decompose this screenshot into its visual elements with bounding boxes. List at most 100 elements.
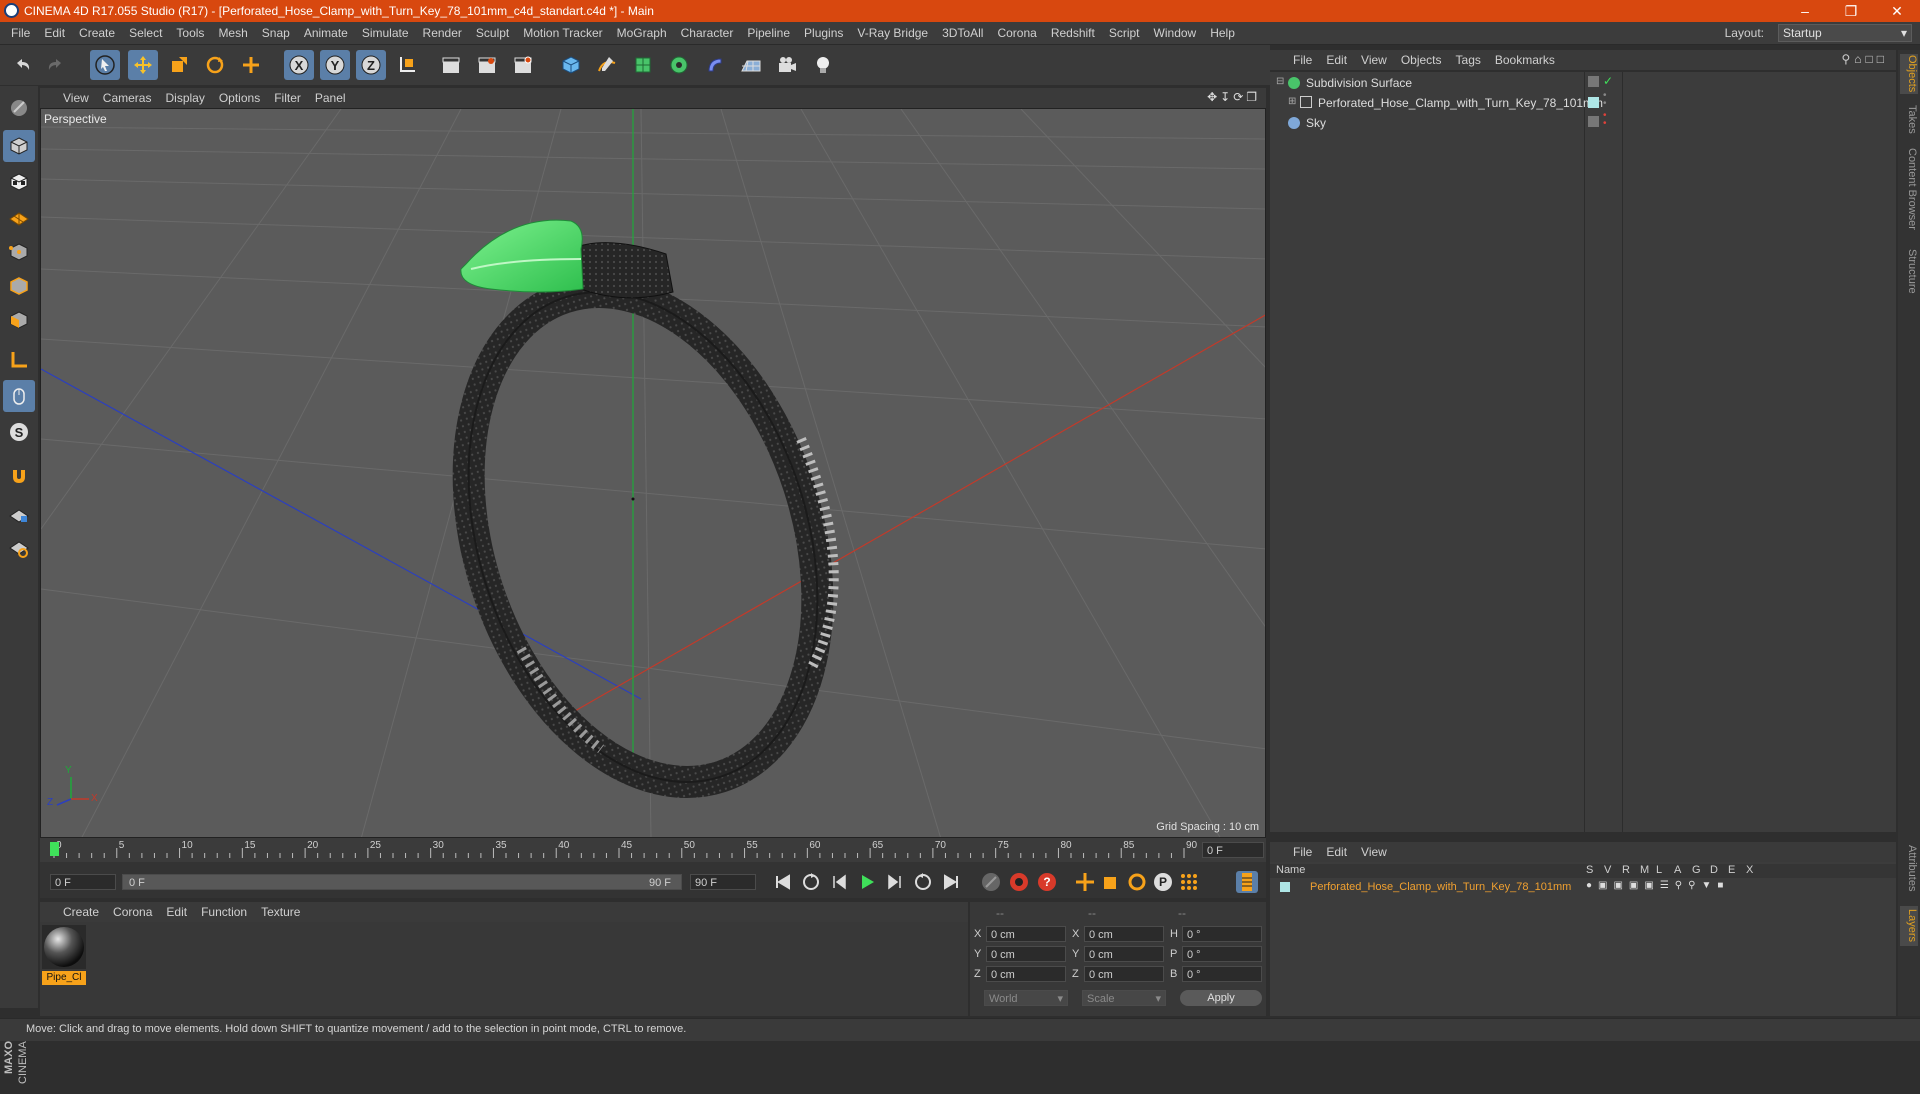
key-position-button[interactable] — [1074, 871, 1096, 893]
snap-button[interactable]: S — [3, 416, 35, 448]
tab-objects[interactable]: Objects — [1900, 54, 1918, 94]
polygons-mode-button[interactable] — [3, 304, 35, 336]
apply-button[interactable]: Apply — [1180, 990, 1262, 1006]
layers-menu-view[interactable]: View — [1354, 842, 1394, 862]
tab-content-browser[interactable]: Content Browser — [1900, 146, 1918, 232]
viewport-menu-view[interactable]: View — [56, 88, 96, 108]
start-frame-field[interactable]: 0 F — [50, 874, 116, 890]
layer-flag-icons[interactable]: ●▣▣▣▣☰⚲⚲▼■ — [1586, 880, 1729, 891]
material-menu-function[interactable]: Function — [194, 902, 254, 922]
rotation-p-field[interactable]: 0 ° — [1182, 946, 1262, 962]
light-button[interactable] — [808, 50, 838, 80]
model-mode-button[interactable] — [3, 130, 35, 162]
move-tool-button[interactable] — [128, 50, 158, 80]
visibility-dots-icon[interactable]: • • — [1603, 91, 1607, 109]
render-to-picture-viewer-button[interactable] — [472, 50, 502, 80]
menu-window[interactable]: Window — [1147, 22, 1204, 44]
rotation-b-field[interactable]: 0 ° — [1182, 966, 1262, 982]
viewport-nav-icons[interactable]: ✥↧⟳❐ — [1207, 90, 1260, 104]
edges-mode-button[interactable] — [3, 270, 35, 302]
y-axis-lock-button[interactable]: Y — [320, 50, 350, 80]
object-row-hose-clamp[interactable]: ⊞ Perforated_Hose_Clamp_with_Turn_Key_78… — [1270, 91, 1896, 112]
menu-pipeline[interactable]: Pipeline — [740, 22, 797, 44]
layer-row[interactable]: Perforated_Hose_Clamp_with_Turn_Key_78_1… — [1270, 880, 1896, 896]
key-parameter-button[interactable]: P — [1152, 871, 1174, 893]
size-z-field[interactable]: 0 cm — [1084, 966, 1164, 982]
collapse-toggle-icon[interactable]: ⊞ — [1288, 96, 1296, 107]
key-rotation-button[interactable] — [1126, 871, 1148, 893]
lock-workplane-button[interactable] — [3, 498, 35, 530]
size-y-field[interactable]: 0 cm — [1084, 946, 1164, 962]
menu-select[interactable]: Select — [122, 22, 169, 44]
object-row-sky[interactable]: Sky • • — [1270, 111, 1896, 132]
key-scale-button[interactable] — [1100, 871, 1122, 893]
coordinate-system-button[interactable] — [392, 50, 422, 80]
menu-snap[interactable]: Snap — [255, 22, 297, 44]
objects-menu-file[interactable]: File — [1286, 50, 1319, 70]
position-y-field[interactable]: 0 cm — [986, 946, 1066, 962]
tab-takes[interactable]: Takes — [1900, 102, 1918, 136]
redo-button[interactable] — [40, 50, 70, 80]
frame-range-slider[interactable]: 0 F 90 F — [122, 874, 682, 890]
menu-3dtoall[interactable]: 3DToAll — [935, 22, 990, 44]
restore-button[interactable]: ❐ — [1828, 0, 1874, 22]
layers-menu-edit[interactable]: Edit — [1319, 842, 1354, 862]
next-key-button[interactable] — [912, 871, 934, 893]
material-menu-texture[interactable]: Texture — [254, 902, 307, 922]
hose-clamp-model[interactable] — [409, 219, 877, 827]
z-axis-lock-button[interactable]: Z — [356, 50, 386, 80]
objects-menu-objects[interactable]: Objects — [1394, 50, 1449, 70]
layer-color-swatch[interactable] — [1280, 882, 1290, 892]
tweak-mode-button[interactable] — [3, 380, 35, 412]
size-mode-dropdown[interactable]: Scale ▾ — [1082, 990, 1166, 1006]
timeline-layout-button[interactable] — [1236, 871, 1258, 893]
x-axis-lock-button[interactable]: X — [284, 50, 314, 80]
pen-spline-button[interactable] — [592, 50, 622, 80]
tab-structure[interactable]: Structure — [1900, 244, 1918, 298]
viewport-menu-panel[interactable]: Panel — [308, 88, 353, 108]
menu-edit[interactable]: Edit — [37, 22, 72, 44]
record-keyframes-button[interactable] — [980, 871, 1002, 893]
menu-help[interactable]: Help — [1203, 22, 1242, 44]
layer-tag-icon[interactable] — [1588, 116, 1599, 127]
texture-mode-button[interactable] — [3, 166, 35, 198]
scale-tool-button[interactable] — [164, 50, 194, 80]
key-pla-button[interactable] — [1178, 871, 1200, 893]
prev-frame-button[interactable] — [828, 871, 850, 893]
collapse-toggle-icon[interactable]: ⊟ — [1276, 76, 1284, 87]
points-mode-button[interactable] — [3, 236, 35, 268]
objects-menu-bookmarks[interactable]: Bookmarks — [1488, 50, 1562, 70]
autokeying-button[interactable] — [1008, 871, 1030, 893]
position-z-field[interactable]: 0 cm — [986, 966, 1066, 982]
objects-menu-view[interactable]: View — [1354, 50, 1394, 70]
camera-button[interactable] — [772, 50, 802, 80]
menu-corona[interactable]: Corona — [990, 22, 1043, 44]
axis-mode-button[interactable] — [3, 344, 35, 376]
menu-render[interactable]: Render — [416, 22, 469, 44]
tab-layers[interactable]: Layers — [1900, 906, 1918, 946]
workplane-mode-button[interactable] — [3, 200, 35, 232]
perspective-viewport[interactable]: Y X Z Grid Spacing : 10 cm — [40, 108, 1266, 838]
menu-motion-tracker[interactable]: Motion Tracker — [516, 22, 609, 44]
object-row-subdivision-surface[interactable]: ⊟ Subdivision Surface ✓ — [1270, 74, 1896, 92]
render-view-button[interactable] — [436, 50, 466, 80]
menu-character[interactable]: Character — [674, 22, 741, 44]
goto-end-button[interactable] — [940, 871, 962, 893]
timeline-ruler[interactable]: 051015202530354045505560657075808590 0 F — [40, 838, 1266, 862]
objects-menu-edit[interactable]: Edit — [1319, 50, 1354, 70]
menu-script[interactable]: Script — [1102, 22, 1147, 44]
menu-sculpt[interactable]: Sculpt — [469, 22, 516, 44]
material-swatch[interactable]: Pipe_Cl — [42, 925, 86, 987]
deformer-button[interactable] — [700, 50, 730, 80]
material-menu-corona[interactable]: Corona — [106, 902, 159, 922]
floor-button[interactable] — [736, 50, 766, 80]
menu-vray-bridge[interactable]: V-Ray Bridge — [850, 22, 935, 44]
subdivision-surface-button[interactable] — [628, 50, 658, 80]
material-menu-edit[interactable]: Edit — [159, 902, 194, 922]
layout-dropdown[interactable]: Startup ▾ — [1778, 24, 1912, 42]
keyframe-selection-button[interactable]: ? — [1036, 871, 1058, 893]
viewport-menu-filter[interactable]: Filter — [267, 88, 308, 108]
minimize-button[interactable]: – — [1782, 0, 1828, 22]
enabled-check-icon[interactable]: ✓ — [1603, 74, 1613, 88]
next-frame-button[interactable] — [884, 871, 906, 893]
